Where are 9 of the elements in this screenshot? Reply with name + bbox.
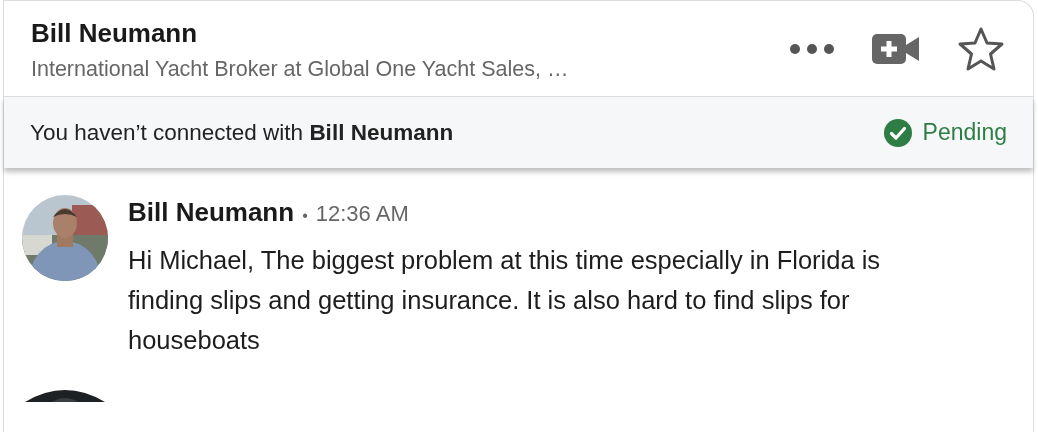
message-time: 12:36 AM (315, 201, 409, 227)
contact-name[interactable]: Bill Neumann (31, 17, 569, 49)
connection-notice: You haven’t connected with Bill Neumann (30, 119, 454, 146)
pending-status: Pending (922, 119, 1007, 146)
sender-name[interactable]: Bill Neumann (128, 197, 295, 228)
separator-dot: • (302, 207, 308, 225)
checkmark-icon (882, 117, 913, 148)
contact-headline: International Yacht Broker at Global One Yacht Sales, … (31, 56, 569, 82)
message-text: Hi Michael, The biggest problem at this time especially in Florida is finding slips and getting insurance. It is also hard to find slips for houseboats (128, 245, 882, 356)
